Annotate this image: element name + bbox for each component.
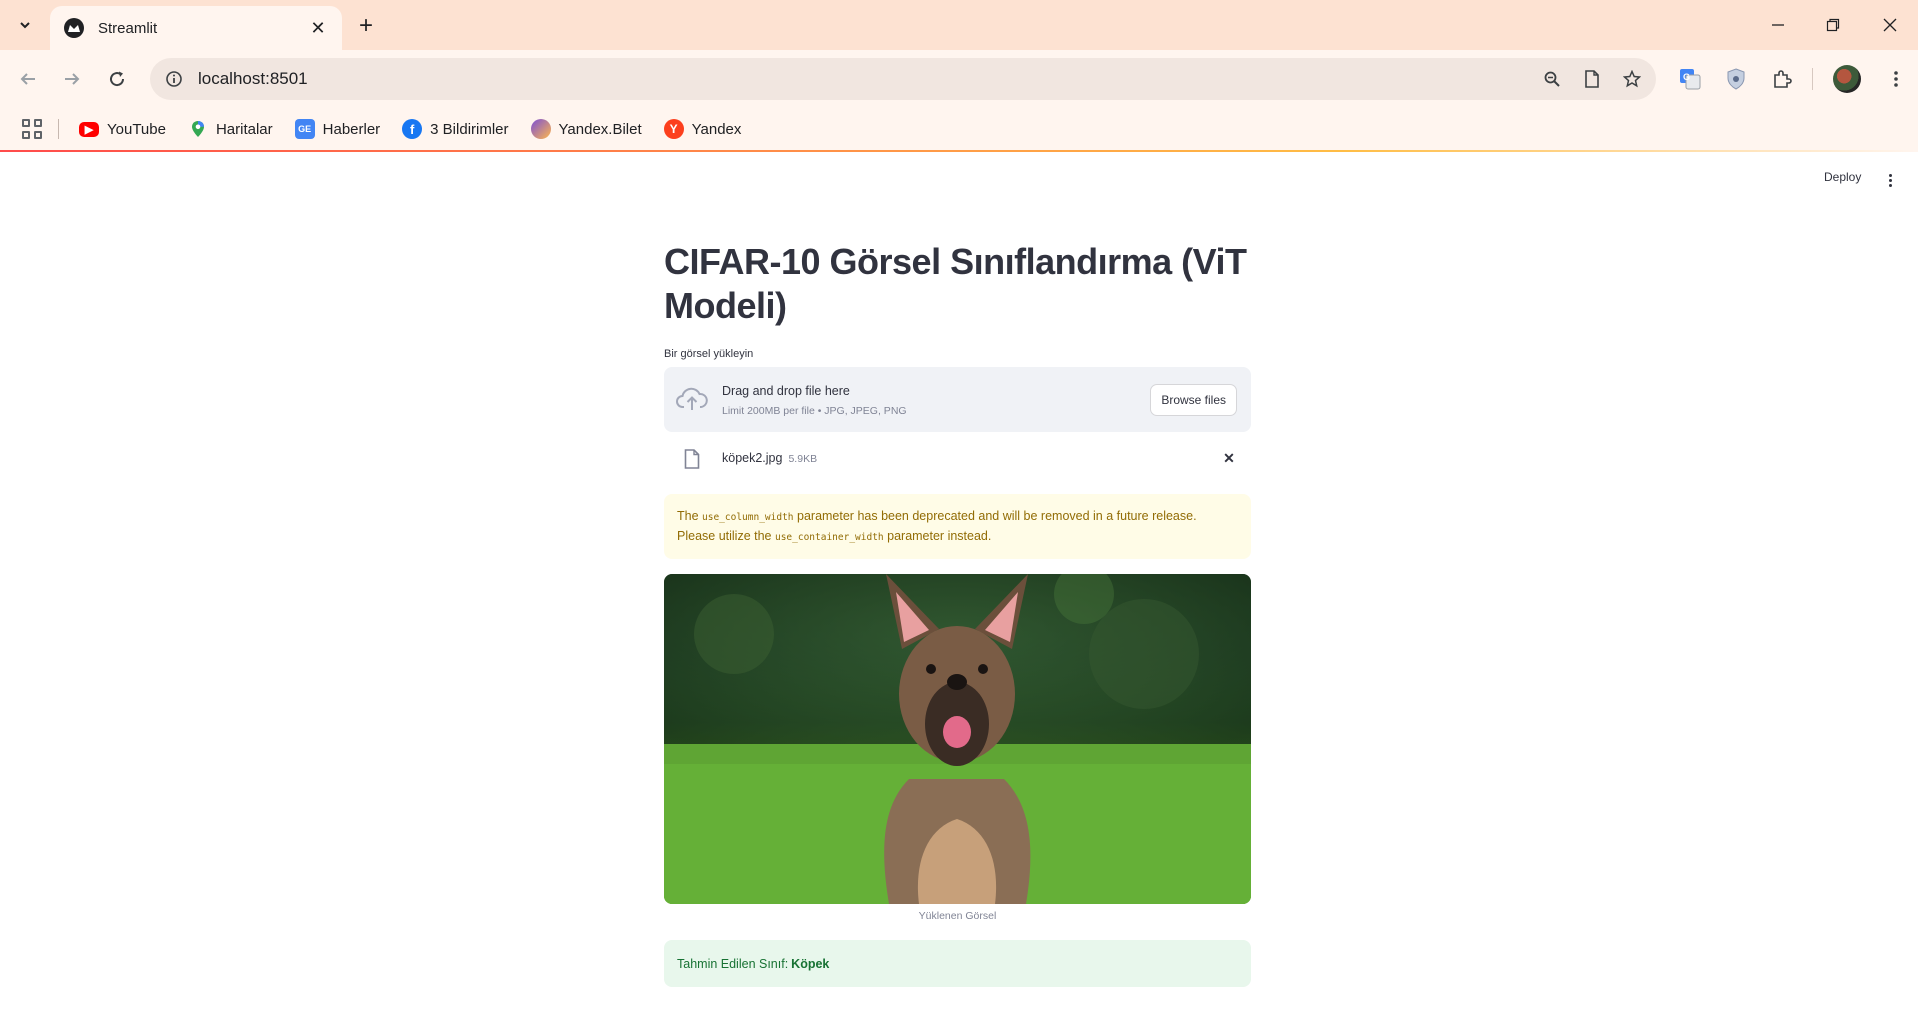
page-title: CIFAR-10 Görsel Sınıflandırma (ViT Model…	[664, 241, 1247, 326]
streamlit-header-decoration	[0, 150, 1918, 152]
news-icon: GE	[294, 119, 315, 139]
uploaded-image	[664, 574, 1251, 904]
dropzone-limit-text: Limit 200MB per file • JPG, JPEG, PNG	[722, 405, 907, 417]
arrow-right-icon	[65, 73, 80, 85]
dropzone-instructions: Drag and drop file here	[722, 384, 850, 398]
uploaded-file-item: köpek2.jpg 5.9KB ✕	[664, 440, 1251, 478]
main-menu-button[interactable]	[1882, 170, 1898, 190]
tab-streamlit[interactable]: Streamlit ✕	[50, 6, 342, 50]
new-tab-button[interactable]: +	[352, 12, 380, 40]
bookmark-star-icon[interactable]	[1616, 63, 1648, 95]
forward-button[interactable]	[56, 63, 88, 95]
bookmarks-divider	[58, 119, 59, 139]
minimize-icon	[1772, 24, 1784, 26]
browser-toolbar: localhost:8501 G	[0, 50, 1918, 108]
restore-icon	[1826, 18, 1840, 32]
uploader-label: Bir görsel yükleyin	[664, 348, 754, 360]
file-dropzone[interactable]: Drag and drop file here Limit 200MB per …	[664, 367, 1251, 432]
yandex-icon: Y	[663, 119, 684, 139]
address-bar[interactable]: localhost:8501	[150, 58, 1656, 100]
site-info-icon[interactable]	[162, 67, 186, 91]
cloud-upload-icon	[676, 387, 708, 410]
main-content: CIFAR-10 Görsel Sınıflandırma (ViT Model…	[664, 240, 1251, 987]
yandex-bilet-icon	[530, 119, 551, 139]
bookmark-yandex-bilet[interactable]: Yandex.Bilet	[523, 114, 650, 144]
reload-button[interactable]	[101, 63, 133, 95]
deploy-button[interactable]: Deploy	[1824, 170, 1861, 184]
youtube-icon: ▶	[79, 121, 99, 137]
prediction-value: Köpek	[791, 956, 830, 971]
svg-text:G: G	[1683, 72, 1690, 82]
url-text[interactable]: localhost:8501	[198, 69, 1536, 89]
close-icon	[1883, 18, 1897, 32]
facebook-icon: f	[402, 119, 423, 139]
minimize-button[interactable]	[1758, 10, 1798, 40]
prediction-result: Tahmin Edilen Sınıf: Köpek	[664, 940, 1251, 987]
dog-photo-illustration	[664, 574, 1251, 904]
bookmark-haritalar[interactable]: Haritalar	[180, 114, 281, 144]
file-name: köpek2.jpg	[722, 451, 783, 465]
bookmark-yandex[interactable]: Y Yandex	[656, 114, 750, 144]
remove-file-icon[interactable]: ✕	[1221, 450, 1237, 466]
google-translate-icon[interactable]: G	[1674, 63, 1706, 95]
arrow-left-icon	[20, 73, 35, 85]
bookmark-label: Haberler	[322, 120, 381, 138]
warning-code: use_container_width	[774, 532, 884, 543]
apps-grid-icon[interactable]	[20, 117, 44, 141]
reload-icon	[110, 71, 125, 87]
zoom-icon[interactable]	[1536, 63, 1568, 95]
bookmark-label: Yandex	[691, 120, 742, 138]
bookmark-label: YouTube	[107, 120, 166, 138]
image-caption: Yüklenen Görsel	[918, 910, 997, 922]
toolbar-divider	[1812, 68, 1813, 90]
warning-text: The	[677, 509, 703, 523]
bookmark-youtube[interactable]: ▶ YouTube	[71, 114, 174, 144]
file-size: 5.9KB	[788, 453, 818, 465]
browser-menu-button[interactable]	[1880, 63, 1912, 95]
bookmark-facebook[interactable]: f 3 Bildirimler	[394, 114, 516, 144]
tab-strip: Streamlit ✕ +	[0, 0, 1918, 50]
shield-extension-icon[interactable]	[1720, 63, 1752, 95]
bookmark-label: 3 Bildirimler	[430, 120, 509, 138]
deprecation-warning: The use_column_width parameter has been …	[664, 494, 1251, 559]
tab-search-button[interactable]	[10, 12, 40, 38]
chevron-down-icon	[20, 22, 30, 29]
maps-pin-icon	[188, 119, 208, 139]
bookmark-label: Yandex.Bilet	[558, 120, 642, 138]
page-icon[interactable]	[1576, 63, 1608, 95]
streamlit-favicon-icon	[64, 18, 84, 38]
restore-button[interactable]	[1813, 10, 1853, 40]
file-icon	[684, 449, 700, 469]
browse-files-button[interactable]: Browse files	[1150, 384, 1237, 416]
close-window-button[interactable]	[1870, 10, 1910, 40]
bookmarks-bar: ▶ YouTube Haritalar GE Haberler f 3 Bild…	[0, 108, 1918, 150]
bookmark-label: Haritalar	[215, 120, 273, 138]
close-tab-icon[interactable]: ✕	[308, 18, 328, 38]
file-name-row: köpek2.jpg 5.9KB	[722, 451, 817, 465]
warning-code: use_column_width	[702, 512, 794, 523]
profile-avatar[interactable]	[1833, 65, 1861, 93]
back-button[interactable]	[12, 63, 44, 95]
prediction-label: Tahmin Edilen Sınıf:	[677, 956, 789, 971]
warning-text: parameter instead.	[883, 529, 992, 543]
bookmark-haberler[interactable]: GE Haberler	[287, 114, 389, 144]
extensions-puzzle-icon[interactable]	[1766, 63, 1798, 95]
tab-title: Streamlit	[98, 19, 158, 37]
more-vertical-icon	[1894, 71, 1898, 87]
